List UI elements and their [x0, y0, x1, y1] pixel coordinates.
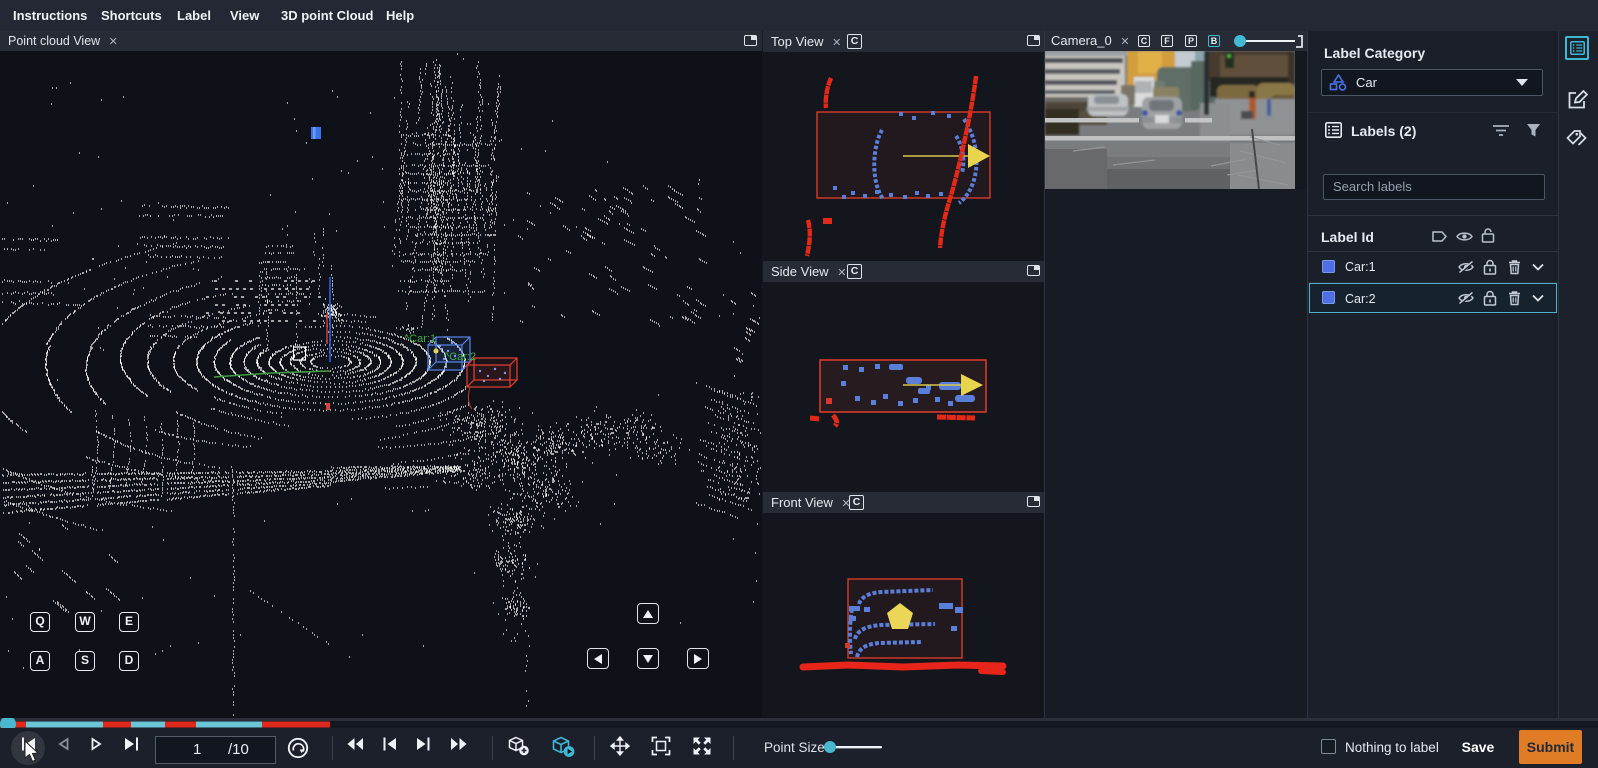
svg-text:^Car:1: ^Car:1: [404, 333, 436, 345]
svg-text:^Car:2: ^Car:2: [444, 351, 476, 363]
